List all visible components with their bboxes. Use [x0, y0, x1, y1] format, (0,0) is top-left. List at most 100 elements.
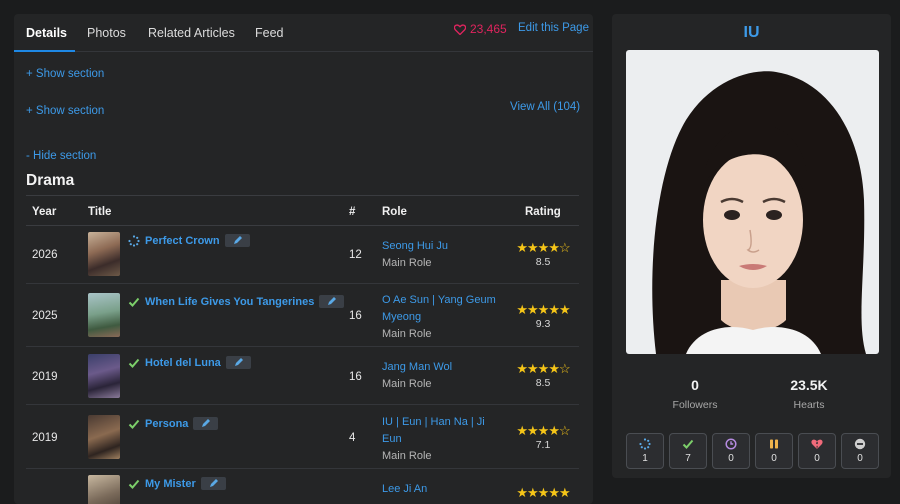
hearts-counter[interactable]: 23,465 [454, 22, 507, 36]
loading-icon [128, 234, 140, 247]
broken-heart-icon [811, 439, 823, 449]
drama-title-link[interactable]: Perfect Crown [145, 235, 220, 247]
check-icon [128, 358, 140, 368]
status-count: 1 [642, 453, 648, 464]
pencil-icon [234, 358, 243, 366]
check-icon [128, 479, 140, 489]
edit-entry-button[interactable] [319, 295, 345, 308]
portrait-image [626, 50, 879, 354]
followers-stat[interactable]: 0 Followers [640, 377, 750, 411]
edit-entry-button[interactable] [200, 477, 226, 490]
header-episodes[interactable]: # [349, 206, 355, 218]
rating-stars: ★★★★★ [516, 302, 570, 317]
row-episodes: 16 [349, 310, 362, 322]
role-type: Main Role [382, 328, 432, 340]
character-link[interactable]: Jang Man Wol [382, 359, 500, 376]
rating-block: ★★★★☆ 7.1 [510, 424, 576, 451]
header-title[interactable]: Title [88, 206, 111, 218]
rating-stars: ★★★★☆ [516, 240, 570, 255]
poster-image[interactable] [88, 293, 120, 337]
rating-score: 8.5 [535, 256, 551, 268]
hearts-label: Hearts [793, 399, 825, 411]
rating-score: 9.3 [535, 318, 551, 330]
row-episodes: 16 [349, 371, 362, 383]
role-type: Main Role [382, 257, 432, 269]
tab-related-articles[interactable]: Related Articles [148, 26, 235, 40]
rating-stars: ★★★★☆ [516, 361, 570, 376]
table-header: Year Title # Role Rating [26, 196, 579, 226]
rating-block: ★★★★☆ 8.5 [510, 362, 576, 389]
row-year: 2026 [32, 249, 58, 261]
status-count: 0 [814, 453, 820, 464]
tab-feed[interactable]: Feed [255, 26, 284, 40]
pause-icon [770, 439, 778, 449]
status-not-interested-button[interactable]: 0 [841, 433, 879, 469]
character-link[interactable]: Lee Ji An [382, 481, 500, 498]
loading-icon [639, 438, 651, 450]
status-hold-button[interactable]: 0 [755, 433, 793, 469]
header-year[interactable]: Year [32, 206, 56, 218]
view-all-link[interactable]: View All (104) [510, 101, 580, 113]
row-year: 2019 [32, 432, 58, 444]
pencil-icon [202, 419, 211, 427]
status-count: 0 [728, 453, 734, 464]
active-tab-indicator [14, 50, 75, 52]
profile-name[interactable]: IU [612, 24, 891, 42]
show-section-toggle-2[interactable]: + Show section [26, 105, 104, 117]
section-title: Drama [26, 172, 75, 189]
drama-title-link[interactable]: Persona [145, 418, 188, 430]
followers-count: 0 [691, 377, 699, 393]
drama-title-link[interactable]: My Mister [145, 478, 196, 490]
status-plan-button[interactable]: 0 [712, 433, 750, 469]
status-dropped-button[interactable]: 0 [798, 433, 836, 469]
rating-block: ★★★★★ 9.3 [510, 303, 576, 330]
followers-label: Followers [672, 399, 718, 411]
role-type: Main Role [382, 378, 432, 390]
check-icon [682, 439, 694, 449]
poster-image[interactable] [88, 475, 120, 504]
row-year: 2019 [32, 371, 58, 383]
hearts-stat[interactable]: 23.5K Hearts [754, 377, 864, 411]
profile-card: IU 0 Followers 23.5K Hearts 1 7 0 0 0 0 [612, 14, 891, 478]
table-row: 2026 Perfect Crown 12 Seong Hui Ju Main … [26, 226, 579, 284]
edit-entry-button[interactable] [224, 234, 250, 247]
poster-image[interactable] [88, 415, 120, 459]
tab-details[interactable]: Details [26, 26, 67, 40]
minus-icon [854, 438, 866, 450]
rating-score: 8.5 [535, 377, 551, 389]
hearts-total: 23.5K [790, 377, 828, 393]
hide-section-toggle[interactable]: - Hide section [26, 150, 96, 162]
poster-image[interactable] [88, 354, 120, 398]
show-section-toggle-1[interactable]: + Show section [26, 68, 104, 80]
row-episodes: 4 [349, 432, 356, 444]
pencil-icon [233, 236, 242, 244]
heart-icon [454, 23, 466, 35]
role-type: Main Role [382, 450, 432, 462]
profile-photo[interactable] [626, 50, 879, 354]
drama-table: Year Title # Role Rating 2026 Perfect Cr… [26, 196, 579, 504]
poster-image[interactable] [88, 232, 120, 276]
clock-icon [725, 438, 737, 450]
table-row: 2025 When Life Gives You Tangerines 16 O… [26, 284, 579, 347]
tab-photos[interactable]: Photos [87, 26, 126, 40]
edit-entry-button[interactable] [225, 356, 251, 369]
hearts-count: 23,465 [470, 22, 507, 36]
edit-entry-button[interactable] [193, 417, 219, 430]
character-link[interactable]: Seong Hui Ju [382, 238, 500, 255]
table-row: My Mister Lee Ji An ★★★★★ [26, 469, 579, 504]
edit-page-link[interactable]: Edit this Page [518, 22, 589, 34]
row-episodes: 12 [349, 249, 362, 261]
status-watching-button[interactable]: 1 [626, 433, 664, 469]
character-link[interactable]: O Ae Sun | Yang Geum Myeong [382, 292, 500, 326]
rating-block: ★★★★★ [510, 486, 576, 499]
status-count: 7 [685, 453, 691, 464]
character-link[interactable]: IU | Eun | Han Na | Ji Eun [382, 414, 500, 448]
table-row: 2019 Hotel del Luna 16 Jang Man Wol Main… [26, 347, 579, 405]
drama-title-link[interactable]: Hotel del Luna [145, 357, 221, 369]
details-panel: Details Photos Related Articles Feed 23,… [14, 14, 593, 504]
header-rating[interactable]: Rating [525, 206, 561, 218]
header-role[interactable]: Role [382, 206, 407, 218]
status-completed-button[interactable]: 7 [669, 433, 707, 469]
drama-title-link[interactable]: When Life Gives You Tangerines [145, 296, 314, 308]
check-icon [128, 419, 140, 429]
